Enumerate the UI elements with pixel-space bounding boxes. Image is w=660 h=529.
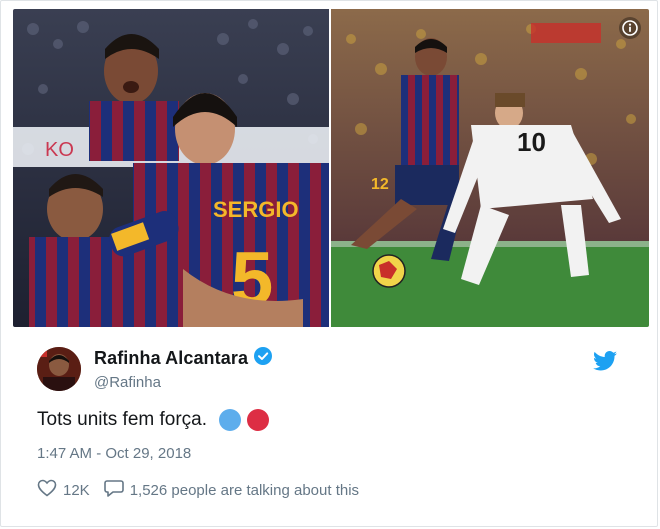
blue-circle-emoji: [219, 409, 242, 431]
tweet-text: Tots units fem força.: [37, 409, 270, 431]
media-photo-right[interactable]: 12 10: [331, 9, 649, 327]
author-name[interactable]: Rafinha Alcantara: [94, 348, 248, 369]
red-circle-emoji: [247, 409, 270, 431]
verified-badge-icon: [254, 347, 273, 370]
like-count: 12K: [63, 481, 90, 499]
media-photo-left[interactable]: KO SERGIO 5: [13, 9, 329, 327]
avatar[interactable]: [37, 347, 81, 391]
author-handle[interactable]: @Rafinha: [94, 374, 272, 391]
svg-text:KO: KO: [45, 139, 74, 161]
heart-icon[interactable]: [37, 479, 57, 501]
info-icon[interactable]: [619, 17, 641, 39]
tweet-actions: 12K 1,526 people are talking about this: [37, 479, 373, 501]
jersey-name-text: SERGIO: [213, 197, 299, 222]
tweet-timestamp[interactable]: 1:47 AM - Oct 29, 2018: [37, 445, 191, 462]
tweet-card: KO SERGIO 5 12 10 Rafinha Alcantara @Raf…: [0, 0, 658, 527]
shorts-number-text: 12: [371, 176, 389, 193]
tweet-author[interactable]: Rafinha Alcantara @Rafinha: [94, 347, 273, 391]
tweet-body: Tots units fem força.: [37, 409, 208, 430]
replies-text[interactable]: 1,526 people are talking about this: [130, 482, 359, 499]
like-action[interactable]: 12K: [37, 479, 90, 501]
twitter-bird-icon[interactable]: [593, 351, 617, 376]
reply-action[interactable]: 1,526 people are talking about this: [103, 479, 359, 501]
comment-bubble-icon[interactable]: [103, 479, 124, 501]
tweet-media[interactable]: KO SERGIO 5 12 10: [13, 9, 649, 327]
back-number-text: 10: [517, 127, 546, 157]
